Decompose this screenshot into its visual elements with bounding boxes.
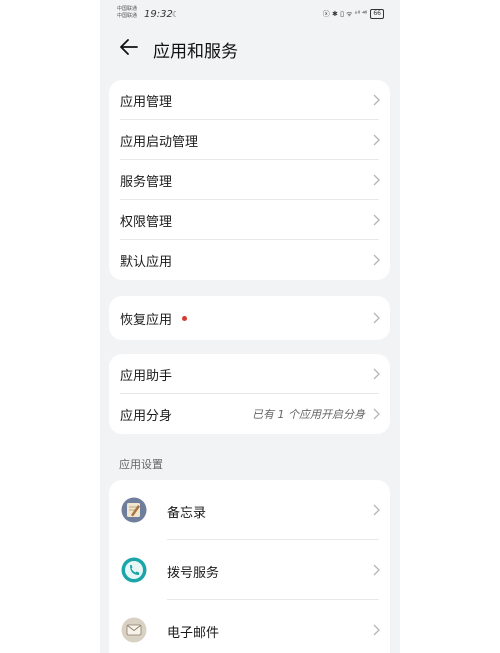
- email-icon: [121, 617, 147, 643]
- row-app-assistant[interactable]: 应用助手: [109, 354, 390, 394]
- status-bar: 中国联通 中国联通 19:32 ☾ ⓧ ✱ ▯ ᯤ ᵒˡˡ ⁴ˡˡ 66: [100, 0, 400, 28]
- app-twin-status: 已有 1 个应用开启分身: [252, 408, 365, 421]
- chevron-right-icon: [373, 94, 380, 106]
- app-settings-card: 备忘录 拨号服务 电子邮件: [109, 480, 390, 653]
- carrier-info: 中国联通 中国联通: [117, 6, 137, 20]
- chevron-right-icon: [373, 504, 380, 516]
- back-arrow-icon[interactable]: [118, 36, 140, 58]
- status-icons: ⓧ ✱ ▯ ᯤ ᵒˡˡ ⁴ˡˡ 66: [323, 9, 384, 19]
- chevron-right-icon: [373, 214, 380, 226]
- phone-icon: [121, 557, 147, 583]
- app-tools-card: 应用助手 应用分身 已有 1 个应用开启分身: [109, 354, 390, 434]
- app-management-card: 应用管理 应用启动管理 服务管理 权限管理 默认应用: [109, 80, 390, 280]
- page-header: 应用和服务: [100, 34, 400, 64]
- chevron-right-icon: [373, 134, 380, 146]
- settings-screen: 中国联通 中国联通 19:32 ☾ ⓧ ✱ ▯ ᯤ ᵒˡˡ ⁴ˡˡ 66 应用和…: [100, 0, 400, 653]
- row-label: 应用助手: [120, 368, 173, 384]
- memo-icon: [121, 497, 147, 523]
- chevron-right-icon: [373, 254, 380, 266]
- row-permission-management[interactable]: 权限管理: [109, 200, 390, 240]
- row-label: 服务管理: [120, 174, 173, 190]
- row-label: 权限管理: [120, 214, 173, 230]
- status-time: 19:32: [144, 9, 173, 20]
- row-restore-apps[interactable]: 恢复应用: [109, 296, 390, 340]
- app-row-dialer[interactable]: 拨号服务: [109, 540, 390, 600]
- notification-dot: [182, 316, 187, 321]
- app-label: 电子邮件: [167, 626, 220, 641]
- row-app-twin[interactable]: 应用分身 已有 1 个应用开启分身: [109, 394, 390, 434]
- network-status-icons: ⓧ ✱ ▯ ᯤ ᵒˡˡ ⁴ˡˡ: [322, 10, 368, 18]
- restore-apps-card: 恢复应用: [109, 296, 390, 340]
- moon-icon: ☾: [172, 10, 180, 19]
- row-label: 默认应用: [120, 254, 173, 270]
- row-label: 恢复应用: [120, 312, 173, 328]
- app-row-email[interactable]: 电子邮件: [109, 600, 390, 653]
- app-row-memo[interactable]: 备忘录: [109, 480, 390, 540]
- row-label: 应用启动管理: [120, 134, 199, 150]
- chevron-right-icon: [373, 368, 380, 380]
- row-app-launch-management[interactable]: 应用启动管理: [109, 120, 390, 160]
- carrier-2: 中国联通: [117, 13, 138, 19]
- row-app-management[interactable]: 应用管理: [109, 80, 390, 120]
- app-label: 备忘录: [167, 506, 207, 521]
- row-service-management[interactable]: 服务管理: [109, 160, 390, 200]
- row-label: 应用分身: [120, 408, 173, 424]
- chevron-right-icon: [373, 624, 380, 636]
- chevron-right-icon: [373, 564, 380, 576]
- chevron-right-icon: [373, 312, 380, 324]
- section-title: 应用设置: [119, 458, 163, 471]
- row-default-apps[interactable]: 默认应用: [109, 240, 390, 280]
- row-label: 应用管理: [120, 94, 173, 110]
- chevron-right-icon: [373, 174, 380, 186]
- app-label: 拨号服务: [167, 566, 220, 581]
- battery-icon: 66: [370, 9, 384, 19]
- page-title: 应用和服务: [153, 42, 238, 62]
- carrier-1: 中国联通: [117, 6, 138, 12]
- chevron-right-icon: [373, 408, 380, 420]
